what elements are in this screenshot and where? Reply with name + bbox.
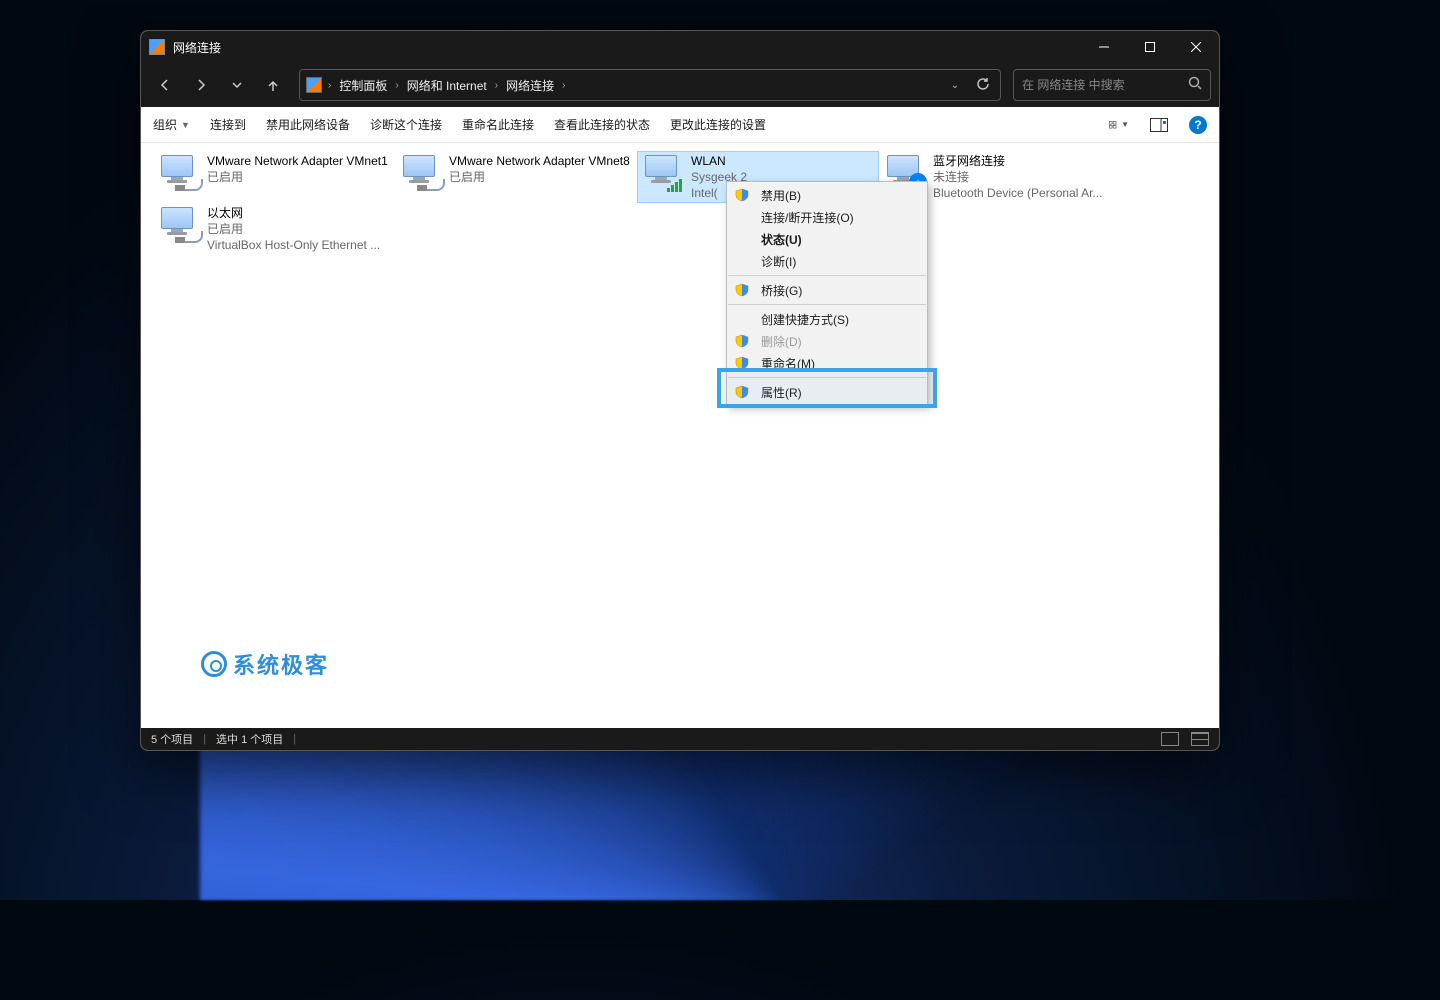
network-item[interactable]: VMware Network Adapter VMnet1已启用 <box>153 151 395 203</box>
network-item-device: VirtualBox Host-Only Ethernet ... <box>207 237 380 253</box>
nav-recent-button[interactable] <box>221 69 253 101</box>
network-item-name: VMware Network Adapter VMnet8 <box>449 153 630 169</box>
network-item-status: 已启用 <box>207 221 380 237</box>
nav-forward-button[interactable] <box>185 69 217 101</box>
network-adapter-icon <box>399 153 443 193</box>
network-connections-window: 网络连接 › 控制面板 › 网络和 Internet › 网络连接 › ⌄ <box>140 30 1220 751</box>
network-item[interactable]: 以太网已启用VirtualBox Host-Only Ethernet ... <box>153 203 395 255</box>
menu-separator <box>728 304 926 305</box>
network-adapter-icon <box>157 153 201 193</box>
watermark: 系统极客 <box>201 648 329 680</box>
close-button[interactable] <box>1173 31 1219 63</box>
status-selected-count: 选中 1 个项目 <box>216 731 283 747</box>
shield-icon <box>735 188 749 202</box>
refresh-button[interactable] <box>972 77 994 94</box>
network-adapter-icon <box>641 153 685 193</box>
network-item[interactable]: VMware Network Adapter VMnet8已启用 <box>395 151 637 203</box>
view-status-button[interactable]: 查看此连接的状态 <box>554 116 650 133</box>
chevron-right-icon: › <box>495 80 498 91</box>
chevron-right-icon: › <box>328 80 331 91</box>
breadcrumb-item[interactable]: 网络连接 <box>504 75 556 96</box>
breadcrumb-item[interactable]: 网络和 Internet <box>405 75 489 96</box>
network-item-name: WLAN <box>691 153 747 169</box>
titlebar: 网络连接 <box>141 31 1219 63</box>
chevron-right-icon: › <box>562 80 565 91</box>
details-view-button[interactable] <box>1161 732 1179 746</box>
network-item-status: 未连接 <box>933 169 1102 185</box>
context-menu-delete: 删除(D) <box>727 330 927 352</box>
context-menu-diagnose[interactable]: 诊断(I) <box>727 250 927 272</box>
disable-device-button[interactable]: 禁用此网络设备 <box>266 116 350 133</box>
context-menu-shortcut[interactable]: 创建快捷方式(S) <box>727 308 927 330</box>
navigation-bar: › 控制面板 › 网络和 Internet › 网络连接 › ⌄ <box>141 63 1219 107</box>
breadcrumb-item[interactable]: 控制面板 <box>337 75 389 96</box>
network-item-name: 以太网 <box>207 205 380 221</box>
network-item-name: 蓝牙网络连接 <box>933 153 1102 169</box>
maximize-button[interactable] <box>1127 31 1173 63</box>
search-icon[interactable] <box>1188 76 1202 95</box>
status-bar: 5 个项目 | 选中 1 个项目 | <box>141 728 1219 750</box>
shield-icon <box>735 334 749 348</box>
command-bar: 组织▼ 连接到 禁用此网络设备 诊断这个连接 重命名此连接 查看此连接的状态 更… <box>141 107 1219 143</box>
tiles-view-button[interactable] <box>1191 732 1209 746</box>
organize-menu[interactable]: 组织▼ <box>153 116 190 133</box>
search-input[interactable] <box>1022 78 1180 92</box>
context-menu-connect[interactable]: 连接/断开连接(O) <box>727 206 927 228</box>
chevron-right-icon: › <box>395 80 398 91</box>
shield-icon <box>735 385 749 399</box>
connect-to-button[interactable]: 连接到 <box>210 116 246 133</box>
network-item-status: 已启用 <box>207 169 388 185</box>
chevron-down-icon: ▼ <box>181 120 190 130</box>
rename-connection-button[interactable]: 重命名此连接 <box>462 116 534 133</box>
context-menu-disable[interactable]: 禁用(B) <box>727 184 927 206</box>
help-button[interactable]: ? <box>1189 116 1207 134</box>
context-menu-bridge[interactable]: 桥接(G) <box>727 279 927 301</box>
network-adapter-icon <box>157 205 201 245</box>
network-item-status: 已启用 <box>449 169 630 185</box>
nav-back-button[interactable] <box>149 69 181 101</box>
window-title: 网络连接 <box>173 39 221 56</box>
preview-pane-button[interactable] <box>1149 115 1169 135</box>
menu-separator <box>728 275 926 276</box>
menu-separator <box>728 377 926 378</box>
app-icon <box>149 39 165 55</box>
context-menu: 禁用(B) 连接/断开连接(O) 状态(U) 诊断(I) 桥接(G) 创建快捷方… <box>726 181 928 406</box>
nav-up-button[interactable] <box>257 69 289 101</box>
minimize-button[interactable] <box>1081 31 1127 63</box>
view-options-button[interactable]: ▼ <box>1109 115 1129 135</box>
address-bar[interactable]: › 控制面板 › 网络和 Internet › 网络连接 › ⌄ <box>299 69 1001 101</box>
shield-icon <box>735 356 749 370</box>
content-area: VMware Network Adapter VMnet1已启用VMware N… <box>141 143 1219 728</box>
address-dropdown-button[interactable]: ⌄ <box>944 80 966 91</box>
change-settings-button[interactable]: 更改此连接的设置 <box>670 116 766 133</box>
status-item-count: 5 个项目 <box>151 731 193 747</box>
search-bar[interactable] <box>1013 69 1211 101</box>
watermark-logo-icon <box>201 651 227 677</box>
context-menu-rename[interactable]: 重命名(M) <box>727 352 927 374</box>
shield-icon <box>735 283 749 297</box>
diagnose-button[interactable]: 诊断这个连接 <box>370 116 442 133</box>
context-menu-properties[interactable]: 属性(R) <box>727 381 927 403</box>
context-menu-status[interactable]: 状态(U) <box>727 228 927 250</box>
location-icon <box>306 77 322 93</box>
network-item-name: VMware Network Adapter VMnet1 <box>207 153 388 169</box>
network-item-device: Bluetooth Device (Personal Ar... <box>933 185 1102 201</box>
